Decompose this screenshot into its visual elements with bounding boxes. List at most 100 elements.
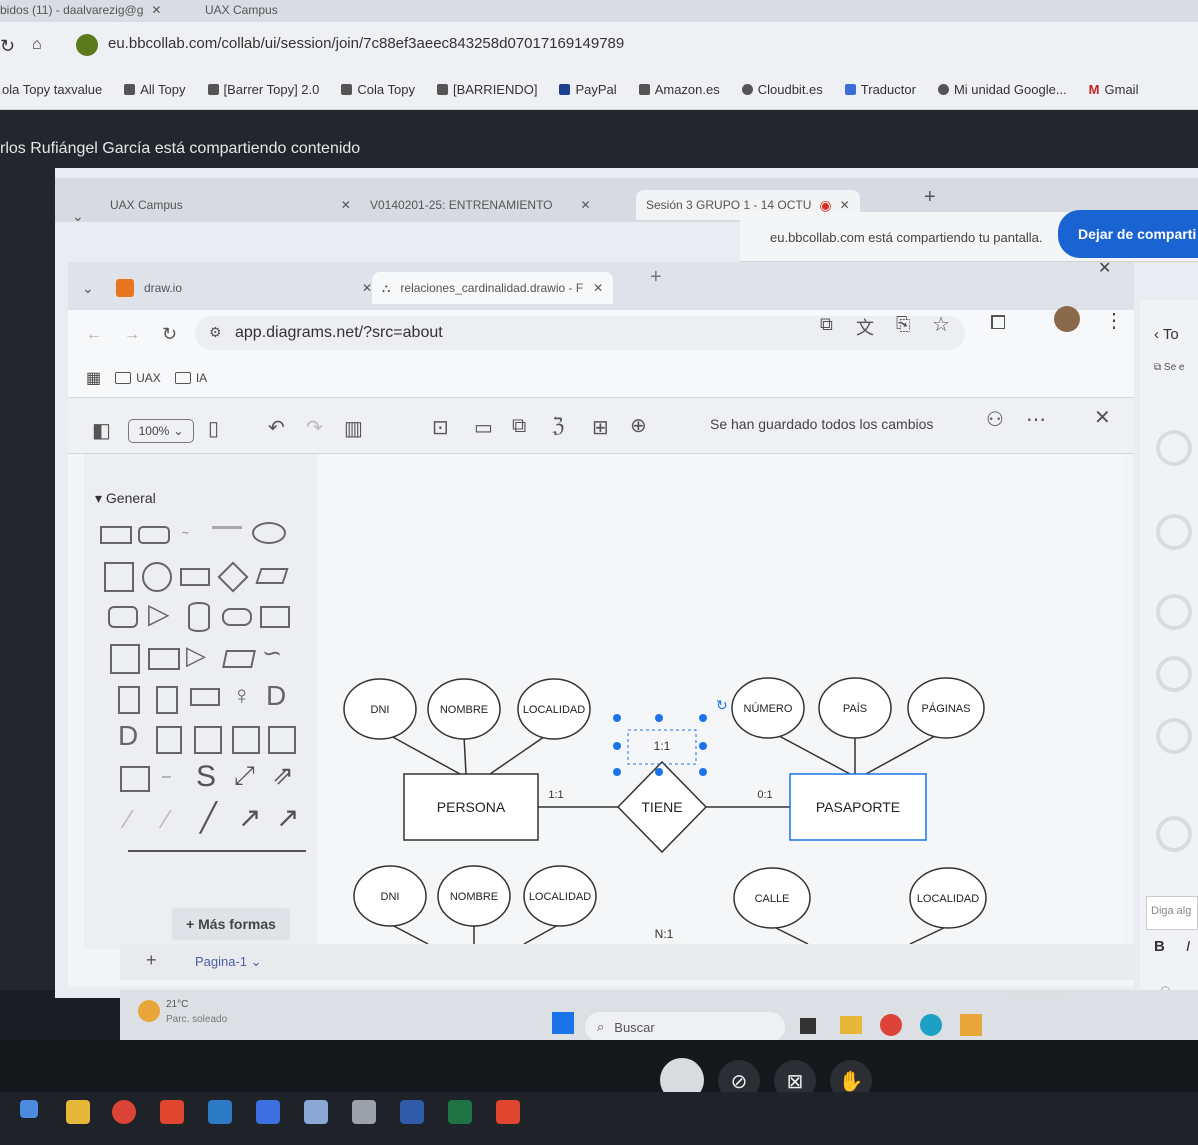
shared-tab-uax[interactable]: UAX Campus ✕ <box>110 190 351 220</box>
chevron-down-icon[interactable]: ⌄ <box>82 280 94 297</box>
shape-line[interactable]: ╱ <box>200 804 217 832</box>
site-settings-icon[interactable]: ⚙ <box>209 324 222 341</box>
inner-tab-drawio[interactable]: draw.io ✕ <box>116 272 372 304</box>
bookmark-item[interactable]: ola Topy taxvalue <box>2 82 102 97</box>
shape-list[interactable] <box>120 766 150 792</box>
excel-icon[interactable] <box>448 1100 472 1124</box>
windows-start-icon[interactable] <box>552 1012 574 1034</box>
bookmark-folder-uax[interactable]: UAX <box>115 371 161 385</box>
bookmark-item[interactable]: [Barrer Topy] 2.0 <box>207 82 319 97</box>
bookmark-item[interactable]: [BARRIENDO] <box>436 82 537 97</box>
close-icon[interactable]: ✕ <box>593 281 603 295</box>
redo-icon[interactable]: ↷ <box>306 418 323 438</box>
shape-frame[interactable] <box>194 726 222 754</box>
bookmark-item[interactable]: M Gmail <box>1089 82 1139 97</box>
bookmark-item[interactable]: Cola Topy <box>341 82 415 97</box>
home-icon[interactable]: ⌂ <box>32 36 42 54</box>
panel-header[interactable]: ‹ To <box>1154 326 1179 343</box>
brave-icon[interactable] <box>496 1100 520 1124</box>
translate-icon[interactable]: 文 <box>856 314 874 340</box>
star-icon[interactable]: ☆ <box>932 312 950 337</box>
add-page-icon[interactable]: + <box>146 950 157 971</box>
shape-card[interactable] <box>156 686 178 714</box>
edge-icon[interactable] <box>920 1014 942 1036</box>
shape-directional-connector[interactable]: ↗ <box>238 804 261 832</box>
comments-icon[interactable]: ⋯ <box>1026 410 1046 430</box>
app-icon[interactable] <box>352 1100 376 1124</box>
taskbar-search[interactable]: ⌕ Buscar <box>585 1012 785 1042</box>
shape-step[interactable]: ▷ <box>186 642 206 668</box>
shape-text[interactable]: ~ <box>182 526 189 540</box>
shape-display[interactable] <box>156 726 182 754</box>
text-icon[interactable]: ⊡ <box>432 418 449 438</box>
close-icon[interactable]: ✕ <box>151 3 161 17</box>
shape-or[interactable]: D <box>266 682 286 710</box>
app-icon[interactable] <box>304 1100 328 1124</box>
chrome-icon[interactable] <box>880 1014 902 1036</box>
taskview-icon[interactable] <box>800 1018 816 1034</box>
shapes-icon[interactable]: ⧉ <box>512 416 526 436</box>
brave-icon[interactable] <box>160 1100 184 1124</box>
shape-bidirectional-arrow[interactable]: ⤢ <box>234 762 255 788</box>
bookmark-item[interactable]: All Topy <box>124 82 186 97</box>
bookmark-item[interactable]: Traductor <box>844 82 916 97</box>
shape-document[interactable] <box>260 606 290 628</box>
new-tab-icon[interactable]: + <box>924 186 936 209</box>
forward-icon[interactable]: → <box>124 326 140 344</box>
close-icon[interactable]: ✕ <box>362 281 372 295</box>
extensions-icon[interactable]: ⧠ <box>990 312 1006 335</box>
format-toggle-icon[interactable]: ✕ <box>1094 408 1111 428</box>
shape-hexagon[interactable] <box>108 606 138 628</box>
shape-horizontal-lines[interactable] <box>128 850 306 856</box>
bold-button[interactable]: B <box>1154 938 1165 955</box>
avatar[interactable] <box>1054 306 1080 332</box>
panel-section-general[interactable]: ▾ General <box>95 490 156 507</box>
shape-circle[interactable] <box>142 562 172 592</box>
chat-input[interactable]: Diga alg <box>1146 896 1198 930</box>
bookmark-folder-ia[interactable]: IA <box>174 371 207 385</box>
reload-icon[interactable]: ↻ <box>0 36 15 57</box>
page-icon[interactable]: ▯ <box>208 419 219 439</box>
shape-trapezoid[interactable] <box>222 650 256 668</box>
bookmark-item[interactable]: Cloudbit.es <box>741 82 823 97</box>
apps-icon[interactable]: ▦ <box>86 368 101 388</box>
shape-ellipse[interactable] <box>252 522 286 544</box>
outer-url[interactable]: eu.bbcollab.com/collab/ui/session/join/7… <box>108 35 624 52</box>
rectangle-icon[interactable]: ▭ <box>474 418 493 438</box>
inner-tab-diagram[interactable]: ⛬ relaciones_cardinalidad.drawio - F ✕ <box>372 272 614 304</box>
add-icon[interactable]: ⊕ <box>630 416 647 436</box>
shape-heading[interactable] <box>212 526 242 540</box>
install-icon[interactable]: ⧉ <box>820 314 833 335</box>
menu-icon[interactable]: ⋮ <box>1104 308 1124 333</box>
powershell-icon[interactable] <box>400 1100 424 1124</box>
more-shapes-button[interactable]: + Más formas <box>172 908 290 940</box>
freehand-icon[interactable]: ℨ <box>552 416 564 436</box>
outer-tab-gmail[interactable]: bidos (11) - daalvarezig@g ✕ <box>0 0 161 20</box>
close-icon[interactable]: ✕ <box>581 198 591 212</box>
shape-triangle[interactable]: ▷ <box>148 600 170 628</box>
chevron-down-icon[interactable]: ⌄ <box>72 208 84 225</box>
close-window-icon[interactable]: ✕ <box>1098 258 1111 278</box>
shape-internal-storage[interactable] <box>110 644 140 674</box>
table-icon[interactable]: ⊞ <box>592 418 609 438</box>
shape-dashed-line[interactable]: ⁄ <box>126 806 130 832</box>
shape-tape[interactable]: ∽ <box>262 642 282 666</box>
shape-parallelogram[interactable] <box>255 568 289 584</box>
undo-icon[interactable]: ↶ <box>268 418 285 438</box>
shape-connector[interactable]: ↗ <box>276 804 299 832</box>
shape-dotted-line[interactable]: ⁄ <box>164 806 168 832</box>
delete-icon[interactable]: ▥ <box>344 419 363 439</box>
shape-curve[interactable]: S <box>196 762 216 792</box>
shape-actor[interactable]: ♀ <box>232 682 252 708</box>
reload-icon[interactable]: ↻ <box>162 324 177 345</box>
shared-tab-training[interactable]: V0140201-25: ENTRENAMIENTO ✕ <box>370 190 591 220</box>
bookmark-item[interactable]: PayPal <box>559 82 617 97</box>
close-icon[interactable]: ✕ <box>341 198 351 212</box>
shape-rectangle[interactable] <box>100 526 132 544</box>
explorer-icon[interactable] <box>66 1100 90 1124</box>
stop-sharing-button[interactable]: Dejar de comparti <box>1058 210 1198 258</box>
tab-page-1[interactable]: Pagina-1 ⌄ <box>195 954 262 970</box>
shape-callout[interactable] <box>190 688 220 706</box>
shape-container[interactable] <box>232 726 260 754</box>
zoom-select[interactable]: 100% ⌄ <box>128 419 194 443</box>
